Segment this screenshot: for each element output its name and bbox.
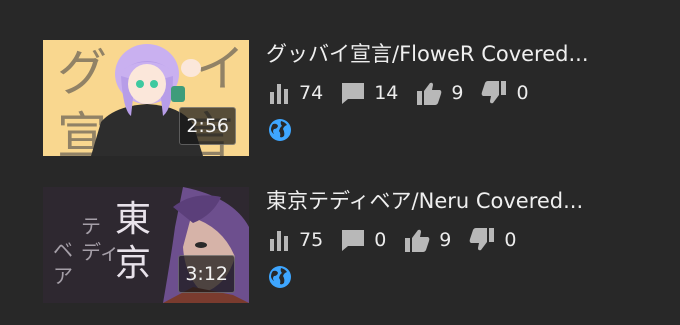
thumbs-up-icon: [417, 82, 442, 105]
globe-icon: [269, 266, 291, 288]
video-thumbnail[interactable]: 東 京 テ ディ ベ ア 3:12: [43, 187, 249, 303]
likes-stat: 9: [416, 81, 463, 105]
thumb-title-glyph: イ: [195, 40, 245, 98]
views-count: 75: [299, 229, 324, 251]
views-stat: 74: [268, 81, 323, 105]
thumb-title-glyph: 東: [115, 199, 151, 240]
comment-icon: [342, 230, 365, 251]
comment-icon: [342, 83, 365, 104]
dislikes-stat: 0: [481, 81, 529, 105]
bar-chart-icon: [270, 84, 288, 104]
thumb-title-glyph: ディ: [81, 240, 120, 264]
video-stats: 74 14 9 0: [268, 80, 547, 106]
video-stats: 75 0 9 0: [268, 227, 534, 253]
dislikes-count: 0: [516, 82, 529, 104]
likes-stat: 9: [404, 228, 451, 252]
video-duration-badge: 2:56: [179, 107, 236, 145]
thumb-title-glyph: テ: [81, 214, 101, 238]
video-list: グ イ 宣 言 2:56 グッバイ宣言/FloweR Covered...: [0, 0, 680, 325]
likes-count: 9: [439, 229, 452, 251]
comments-stat: 14: [341, 81, 398, 105]
dislikes-stat: 0: [469, 228, 516, 252]
video-title[interactable]: グッバイ宣言/FloweR Covered...: [266, 40, 641, 68]
bar-chart-icon: [270, 231, 288, 251]
views-stat: 75: [268, 228, 323, 252]
views-count: 74: [299, 82, 324, 104]
thumb-title-glyph: ア: [53, 264, 73, 288]
thumb-title-glyph: ベ: [53, 238, 73, 262]
comments-count: 14: [374, 82, 399, 104]
globe-icon: [269, 119, 291, 141]
video-duration-badge: 3:12: [178, 255, 235, 293]
video-title[interactable]: 東京テディベア/Neru Covered...: [266, 187, 641, 215]
video-list-item[interactable]: グ イ 宣 言 2:56 グッバイ宣言/FloweR Covered...: [0, 40, 680, 158]
video-list-item[interactable]: 東 京 テ ディ ベ ア 3:12 東京テディベア/Neru Covered..…: [0, 187, 680, 305]
thumbs-down-icon: [470, 228, 495, 251]
video-thumbnail[interactable]: グ イ 宣 言 2:56: [43, 40, 249, 156]
thumbs-up-icon: [405, 229, 430, 252]
thumb-title-glyph: グ: [57, 44, 107, 102]
comments-stat: 0: [341, 228, 386, 252]
dislikes-count: 0: [504, 229, 517, 251]
comments-count: 0: [374, 229, 387, 251]
likes-count: 9: [451, 82, 464, 104]
thumbs-down-icon: [482, 81, 507, 104]
thumb-title-glyph: 京: [115, 243, 151, 284]
